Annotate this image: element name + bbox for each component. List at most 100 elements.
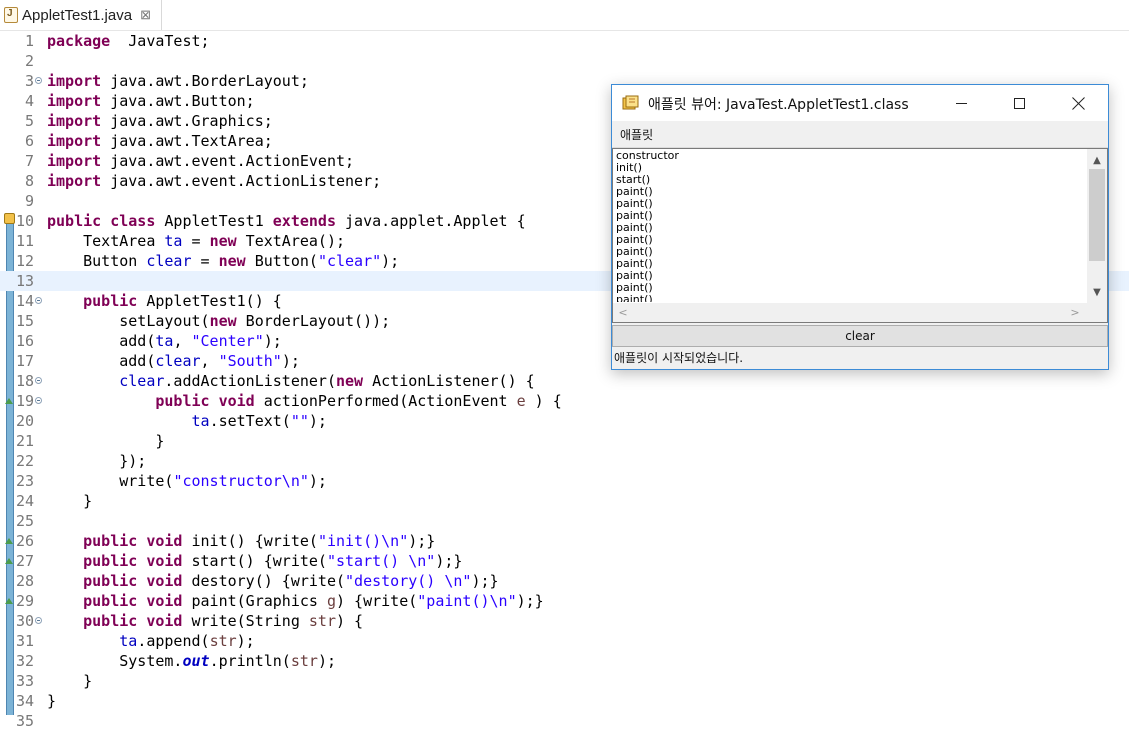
code-text: } (47, 671, 92, 691)
code-token: add( (47, 352, 156, 370)
code-token: );} (435, 552, 463, 570)
maximize-button[interactable] (996, 85, 1042, 121)
minimize-button[interactable] (938, 85, 984, 121)
code-line[interactable]: 27 public void start() {write("start() \… (0, 551, 1129, 571)
code-token: JavaTest; (110, 32, 210, 50)
java-cup-icon (622, 95, 639, 110)
fold-toggle-icon[interactable] (35, 617, 42, 624)
code-token: .append( (137, 632, 210, 650)
fold-toggle-icon[interactable] (35, 377, 42, 384)
code-token: } (47, 672, 93, 690)
code-token: import (47, 152, 102, 170)
fold-toggle-icon[interactable] (35, 297, 42, 304)
scroll-left-icon[interactable]: < (613, 303, 633, 322)
code-line[interactable]: 29 public void paint(Graphics g) {write(… (0, 591, 1129, 611)
code-token: new (209, 232, 237, 250)
code-token: void (146, 612, 183, 630)
code-token: public (155, 392, 210, 410)
code-token: clear (146, 252, 192, 270)
code-line[interactable]: 19 public void actionPerformed(ActionEve… (0, 391, 1129, 411)
line-number: 5 (24, 112, 34, 130)
textarea-line: paint() (616, 185, 653, 198)
menu-applet[interactable]: 애플릿 (620, 126, 653, 143)
code-line[interactable]: 25 (0, 511, 1129, 531)
code-line[interactable]: 28 public void destory() {write("destory… (0, 571, 1129, 591)
scroll-right-icon[interactable]: > (1065, 303, 1085, 322)
fold-toggle-icon[interactable] (35, 397, 42, 404)
code-line[interactable]: 2 (0, 51, 1129, 71)
scroll-thumb[interactable] (1089, 169, 1105, 261)
close-icon (1072, 97, 1085, 110)
code-line[interactable]: 1 package JavaTest; (0, 31, 1129, 51)
line-number: 27 (15, 552, 34, 570)
code-token: } (47, 692, 57, 710)
line-number: 18 (15, 372, 34, 390)
line-number: 2 (24, 52, 34, 70)
vertical-scrollbar[interactable]: ▲ ▼ (1087, 149, 1107, 303)
line-number: 14 (15, 292, 34, 310)
tab-close-icon[interactable]: ⊠ (140, 7, 151, 23)
code-line[interactable]: 30 public void write(String str) { (0, 611, 1129, 631)
code-token: ta (119, 632, 138, 650)
line-number: 28 (15, 572, 34, 590)
horizontal-scrollbar[interactable]: < > (613, 303, 1087, 322)
code-line[interactable]: 34} (0, 691, 1129, 711)
line-number: 35 (15, 712, 34, 730)
fold-toggle-icon[interactable] (35, 77, 42, 84)
code-token: java.awt.TextArea; (101, 132, 273, 150)
code-text: import java.awt.event.ActionEvent; (47, 151, 354, 171)
code-line[interactable]: 32 System.out.println(str); (0, 651, 1129, 671)
code-line[interactable]: 31 ta.append(str); (0, 631, 1129, 651)
textarea-content[interactable]: constructor init() start() paint() paint() pa… (616, 150, 1084, 302)
code-token: public (83, 552, 138, 570)
code-line[interactable]: 21 } (0, 431, 1129, 451)
code-line[interactable]: 18 clear.addActionListener(new ActionLis… (0, 371, 1129, 391)
tab-applettest1-java[interactable]: AppletTest1.java ⊠ (0, 0, 162, 30)
line-number: 32 (15, 652, 34, 670)
line-number: 23 (15, 472, 34, 490)
code-token: package (47, 32, 111, 50)
applet-textarea[interactable]: constructor init() start() paint() paint() pa… (612, 148, 1108, 323)
code-token: import (47, 132, 102, 150)
textarea-line: paint() (616, 269, 653, 282)
code-line[interactable]: 26 public void init() {write("init()\n")… (0, 531, 1129, 551)
line-number: 12 (15, 252, 34, 270)
clear-button[interactable]: clear (612, 325, 1108, 347)
line-number: 11 (15, 232, 34, 250)
code-token: Button (47, 252, 147, 270)
line-number: 6 (24, 132, 34, 150)
close-button[interactable] (1055, 85, 1101, 121)
textarea-line: init() (616, 161, 642, 174)
code-line[interactable]: 20 ta.setText(""); (0, 411, 1129, 431)
scroll-down-icon[interactable]: ▼ (1087, 283, 1107, 301)
code-text: public void start() {write("start() \n")… (47, 551, 462, 571)
code-line[interactable]: 22 }); (0, 451, 1129, 471)
code-token: .addActionListener( (164, 372, 336, 390)
code-line[interactable]: 33 } (0, 671, 1129, 691)
scroll-up-icon[interactable]: ▲ (1087, 151, 1107, 169)
line-number: 3 (24, 72, 34, 90)
code-token: System. (47, 652, 183, 670)
textarea-line: paint() (616, 281, 653, 294)
code-line[interactable]: 35 (0, 711, 1129, 731)
code-token: void (218, 392, 255, 410)
line-number: 25 (15, 512, 34, 530)
code-token: ) {write( (336, 592, 418, 610)
code-token: java.awt.BorderLayout; (101, 72, 309, 90)
code-line[interactable]: 24 } (0, 491, 1129, 511)
window-title-bar[interactable]: 애플릿 뷰어: JavaTest.AppletTest1.class (612, 85, 1108, 121)
code-line[interactable]: 23 write("constructor\n"); (0, 471, 1129, 491)
code-text: }); (47, 451, 146, 471)
code-token: = (182, 232, 210, 250)
code-token: java.awt.event.ActionListener; (101, 172, 382, 190)
code-text: public void paint(Graphics g) {write("pa… (47, 591, 544, 611)
code-token: "start() \n" (326, 552, 436, 570)
code-token: str (308, 612, 336, 630)
code-token: write(String (182, 612, 309, 630)
code-text: public class AppletTest1 extends java.ap… (47, 211, 526, 231)
line-number: 17 (15, 352, 34, 370)
